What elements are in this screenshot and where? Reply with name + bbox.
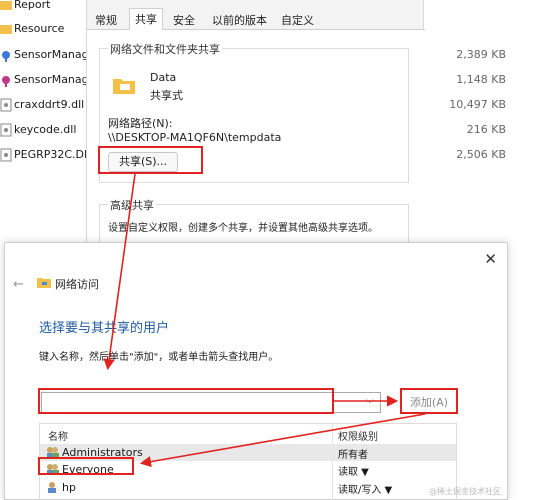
- network-path-value: \\DESKTOP-MA1QF6N\tempdata: [108, 131, 282, 144]
- file-size: 10,497 KB: [449, 98, 506, 111]
- sharing-panel: 网络文件和文件夹共享 Data 共享式 网络路径(N): \\DESKTOP-M…: [87, 30, 425, 254]
- network-path-label: 网络路径(N):: [108, 117, 173, 130]
- file-name: craxddrt9.dll: [14, 98, 85, 111]
- file-name: PEGRP32C.DLL: [14, 148, 97, 161]
- back-arrow-icon[interactable]: ←: [13, 277, 24, 292]
- annotation-box-input: [38, 388, 334, 414]
- row-user-name: hp: [62, 481, 76, 494]
- file-name: Report: [14, 0, 51, 11]
- file-size: 2,389 KB: [456, 48, 506, 61]
- file-name: SensorManage: [14, 48, 96, 61]
- row-permission: 所有者: [338, 450, 368, 461]
- watermark: @稀土掘金技术社区: [429, 487, 501, 496]
- table-row[interactable]: hp 读取/写入 ▼: [40, 479, 456, 496]
- file-size: 2,506 KB: [456, 148, 506, 161]
- dll-icon: [0, 123, 12, 137]
- folder-share-status: 共享式: [150, 89, 183, 102]
- file-size: 216 KB: [466, 123, 506, 136]
- file-name: Resource: [14, 22, 65, 35]
- tab-sharing[interactable]: 共享: [129, 8, 163, 31]
- annotation-box-share: [98, 146, 203, 174]
- permission-dropdown[interactable]: 读取 ▼: [338, 463, 369, 478]
- annotation-box-everyone: [38, 457, 134, 475]
- folder-icon: [0, 1, 12, 10]
- advanced-sharing-description: 设置自定义权限，创建多个共享，并设置其他高级共享选项。: [108, 223, 378, 234]
- file-name: keycode.dll: [14, 123, 77, 136]
- folder-icon: [0, 25, 12, 34]
- dialog-title: 网络访问: [55, 278, 99, 291]
- annotation-box-add: [400, 388, 458, 414]
- tab-general[interactable]: 常规: [90, 11, 122, 30]
- group-title: 网络文件和文件夹共享: [108, 41, 222, 57]
- properties-dialog: 常规 共享 安全 以前的版本 自定义 网络文件和文件夹共享 Data 共享式 网…: [86, 0, 425, 254]
- tab-bar: 常规 共享 安全 以前的版本 自定义: [87, 8, 425, 31]
- instruction-text: 键入名称，然后单击"添加"，或者单击箭头查找用户。: [39, 352, 279, 363]
- tab-previous-versions[interactable]: 以前的版本: [207, 11, 272, 30]
- page-heading: 选择要与其共享的用户: [39, 321, 170, 336]
- column-header-name[interactable]: 名称: [48, 428, 68, 443]
- tab-customize[interactable]: 自定义: [276, 11, 319, 30]
- dll-icon: [0, 148, 12, 162]
- chevron-down-icon[interactable]: ⌵: [366, 395, 374, 406]
- permission-dropdown[interactable]: 读取/写入 ▼: [338, 481, 392, 496]
- user-icon: [48, 482, 56, 493]
- tab-security[interactable]: 安全: [168, 11, 200, 30]
- shared-folder-icon: [113, 79, 135, 94]
- close-icon[interactable]: ✕: [484, 250, 497, 268]
- dll-icon: [0, 98, 12, 112]
- file-size: 1,148 KB: [456, 73, 506, 86]
- folder-name: Data: [150, 71, 177, 84]
- column-header-permission[interactable]: 权限级别: [338, 428, 378, 443]
- file-name: SensorManage: [14, 73, 96, 86]
- exe-icon: [2, 76, 10, 87]
- network-folder-icon: [37, 278, 51, 288]
- group-title: 高级共享: [108, 197, 156, 213]
- exe-icon: [2, 51, 10, 62]
